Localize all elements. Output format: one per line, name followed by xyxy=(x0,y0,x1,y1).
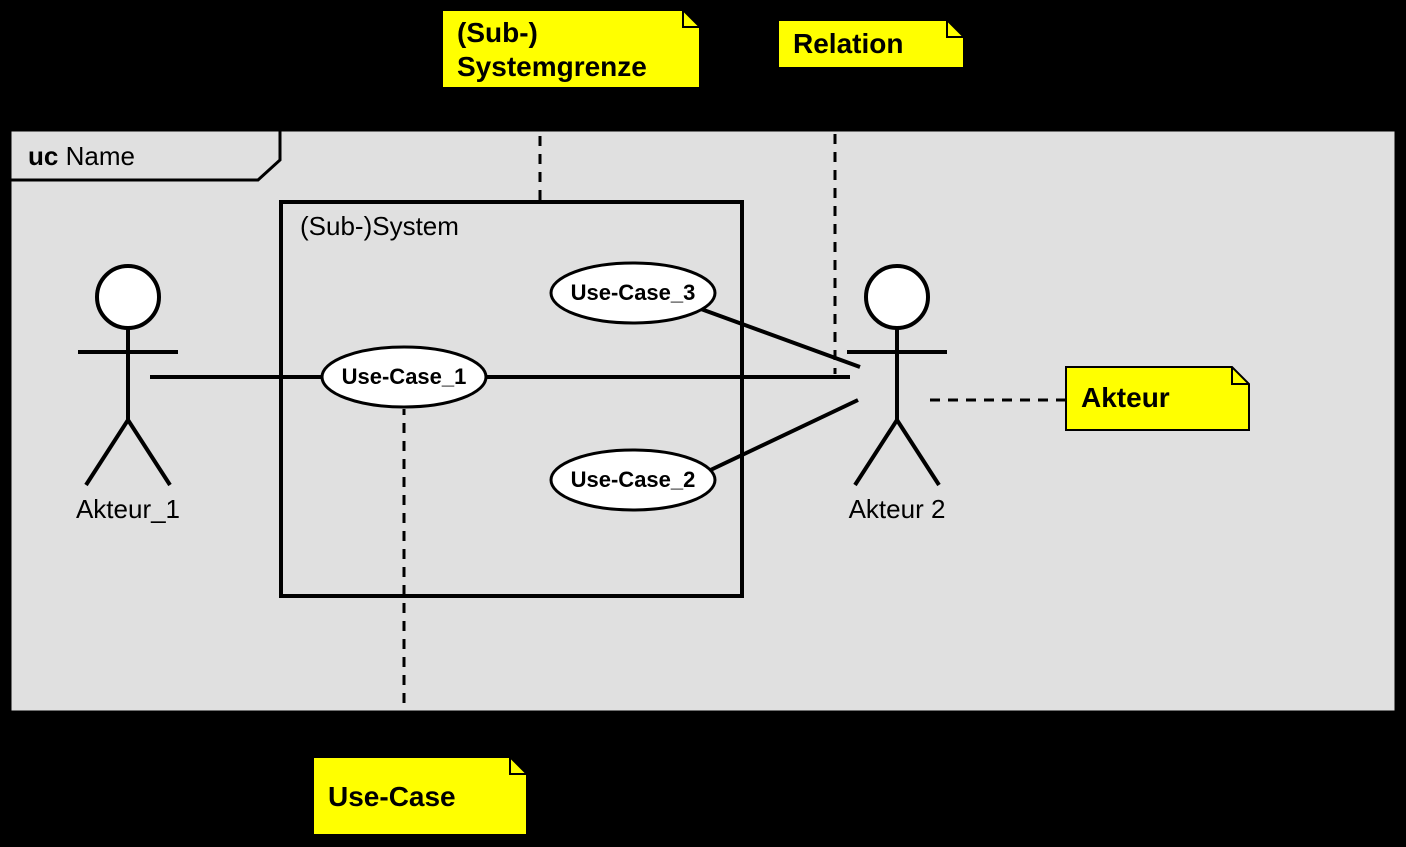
use-case-3-label: Use-Case_3 xyxy=(571,280,696,305)
svg-text:Relation: Relation xyxy=(793,28,903,59)
svg-text:Akteur: Akteur xyxy=(1081,382,1170,413)
diagram-frame-label: uc Name xyxy=(28,141,135,171)
note-systemgrenze: (Sub-) Systemgrenze xyxy=(442,10,700,88)
note-relation: Relation xyxy=(778,20,964,68)
svg-text:Use-Case: Use-Case xyxy=(328,781,456,812)
system-boundary-label: (Sub-)System xyxy=(300,211,459,241)
note-akteur: Akteur xyxy=(1066,367,1249,430)
actor-2-label: Akteur 2 xyxy=(849,494,946,524)
use-case-1-label: Use-Case_1 xyxy=(342,364,467,389)
svg-text:(Sub-): (Sub-) xyxy=(457,17,538,48)
note-usecase: Use-Case xyxy=(313,757,527,835)
svg-text:Systemgrenze: Systemgrenze xyxy=(457,51,647,82)
use-case-2-label: Use-Case_2 xyxy=(571,467,696,492)
actor-1-label: Akteur_1 xyxy=(76,494,180,524)
use-case-diagram: uc Name (Sub-)System Use-Case_1 Use-Case… xyxy=(0,0,1406,847)
